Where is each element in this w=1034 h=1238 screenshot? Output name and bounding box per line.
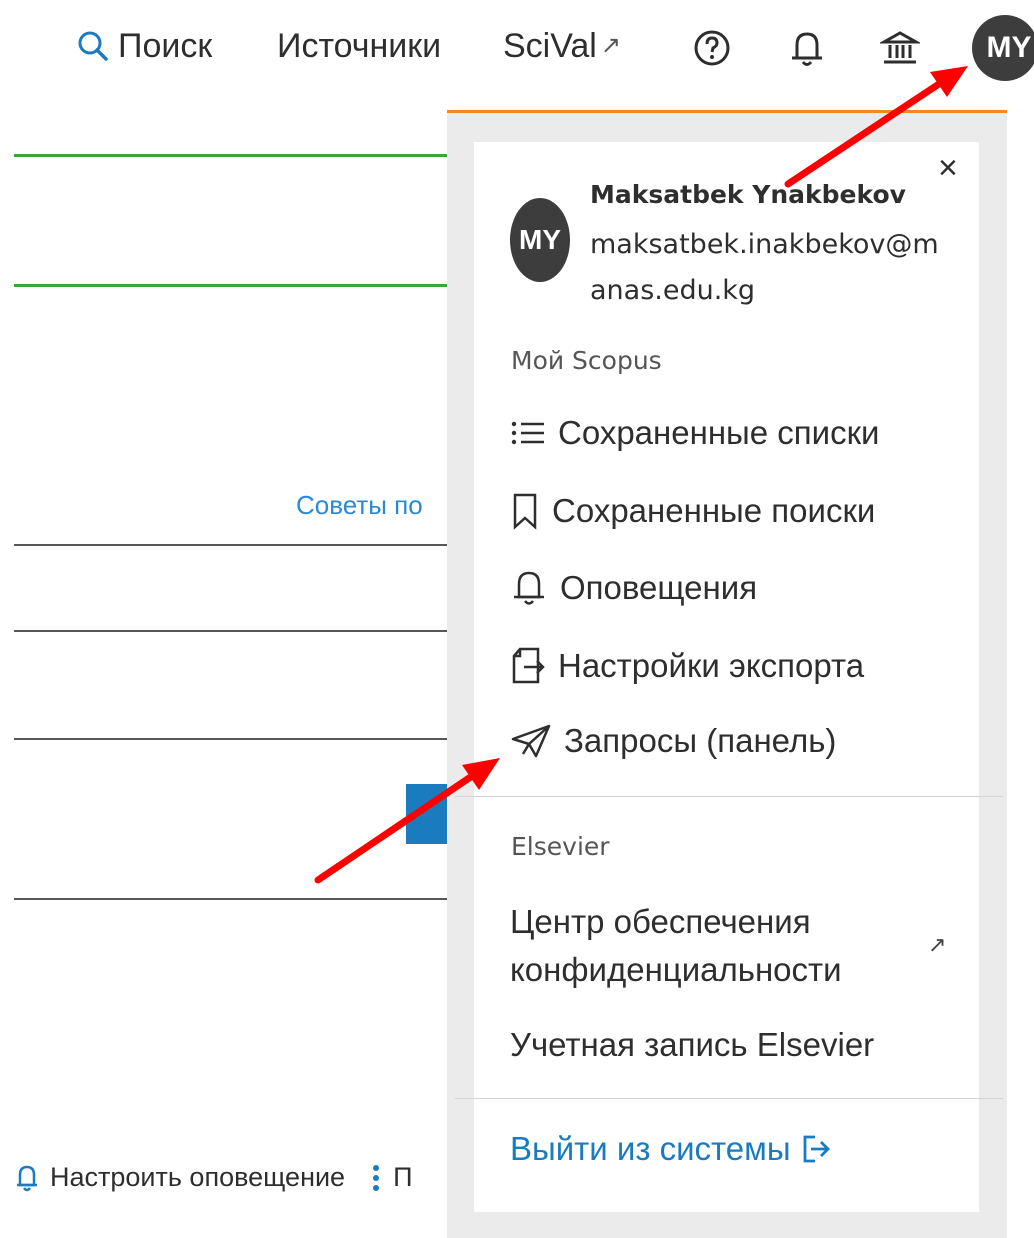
more-options-icon[interactable]: [373, 1164, 380, 1191]
divider: [14, 898, 454, 900]
user-avatar-button[interactable]: MY: [972, 15, 1034, 81]
logout-icon: [803, 1135, 830, 1163]
logout-label: Выйти из системы: [510, 1130, 791, 1167]
results-actions-bar: Настроить оповещение П: [14, 1162, 412, 1193]
menu-item-alerts[interactable]: Оповещения: [510, 568, 757, 608]
search-icon: [78, 31, 108, 61]
list-icon: [511, 421, 544, 445]
my-scopus-heading: Мой Scopus: [511, 346, 662, 375]
divider: [14, 544, 454, 546]
search-tips-link[interactable]: Советы по: [296, 490, 423, 521]
elsevier-account-link[interactable]: Учетная запись Elsevier: [510, 1026, 874, 1064]
menu-item-saved-searches[interactable]: Сохраненные поиски: [510, 492, 875, 530]
bell-icon[interactable]: [787, 28, 827, 68]
logout-link[interactable]: Выйти из системы: [510, 1130, 831, 1168]
menu-divider: [455, 1098, 1003, 1099]
institution-icon[interactable]: [880, 28, 920, 68]
set-alert-link[interactable]: Настроить оповещение: [50, 1162, 345, 1193]
divider: [14, 630, 454, 632]
nav-scival-label: SciVal: [503, 27, 597, 65]
avatar: MY: [510, 198, 570, 282]
menu-divider: [455, 796, 1003, 797]
user-email: maksatbek.inakbekov@manas.edu.kg: [590, 229, 939, 306]
divider: [14, 738, 454, 740]
bell-icon: [514, 571, 544, 605]
menu-item-label: Настройки экспорта: [558, 647, 865, 684]
nav-sources-link[interactable]: Источники: [277, 24, 441, 68]
export-icon: [512, 647, 545, 684]
menu-item-label: Сохраненные поиски: [552, 492, 876, 529]
menu-item-requests-dashboard[interactable]: Запросы (панель): [510, 722, 836, 760]
privacy-center-link[interactable]: Центр обеспечения конфиденциальности: [510, 898, 890, 994]
more-options-label[interactable]: П: [393, 1162, 412, 1193]
nav-search-link[interactable]: Поиск: [76, 24, 212, 68]
search-field-border: [14, 154, 454, 157]
menu-item-label: Сохраненные списки: [558, 414, 880, 451]
search-field-border: [14, 284, 454, 287]
menu-item-label: Запросы (панель): [564, 722, 837, 759]
external-link-icon: ↗: [600, 32, 621, 59]
nav-scival-link[interactable]: SciVal ↗: [503, 24, 621, 68]
menu-item-saved-lists[interactable]: Сохраненные списки: [510, 414, 879, 452]
help-icon[interactable]: [692, 28, 732, 68]
elsevier-heading: Elsevier: [511, 832, 610, 861]
send-icon: [511, 724, 551, 758]
nav-search-label: Поиск: [118, 27, 213, 65]
user-name: Maksatbek Ynakbekov: [590, 180, 906, 209]
bookmark-icon: [513, 493, 537, 530]
close-menu-button[interactable]: ×: [938, 150, 958, 186]
menu-item-export-settings[interactable]: Настройки экспорта: [510, 646, 864, 686]
top-navigation: Поиск Источники SciVal ↗ MY: [0, 0, 1034, 95]
menu-item-label: Оповещения: [560, 569, 758, 606]
bell-icon: [17, 1165, 37, 1191]
external-link-icon: ↗: [928, 932, 947, 957]
